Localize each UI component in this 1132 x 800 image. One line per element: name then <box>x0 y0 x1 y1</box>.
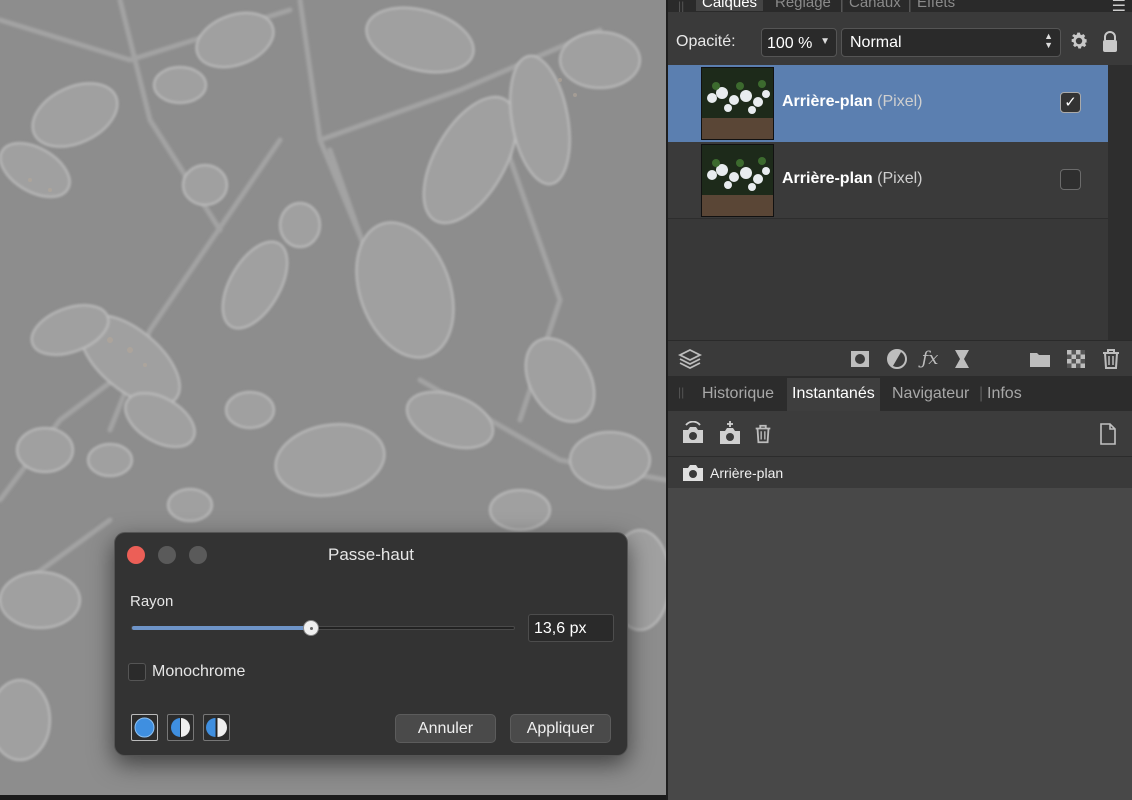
slider-handle[interactable] <box>303 620 320 636</box>
layers-stack-icon[interactable] <box>678 347 702 371</box>
layer-name: Arrière-plan (Pixel) <box>782 93 923 111</box>
tab-instantanes[interactable]: Instantanés <box>787 378 880 411</box>
full-preview-icon <box>134 717 155 738</box>
layer-row[interactable]: Arrière-plan (Pixel) ✓ <box>668 65 1108 142</box>
layers-scrollbar[interactable] <box>1108 65 1132 340</box>
camera-icon <box>683 465 703 481</box>
preview-split-button[interactable] <box>167 714 194 741</box>
tab-reglage[interactable]: Réglage <box>775 0 831 11</box>
layer-name-text: Arrière-plan <box>782 170 873 187</box>
tab-historique[interactable]: Historique <box>702 385 774 403</box>
pixel-layer-icon[interactable] <box>1064 347 1088 371</box>
layer-thumbnail <box>701 144 774 217</box>
live-filter-icon[interactable] <box>950 347 974 371</box>
restore-snapshot-icon[interactable] <box>680 421 706 447</box>
blend-mode-select[interactable]: Normal ▲ ▼ <box>841 28 1061 57</box>
layers-list: Arrière-plan (Pixel) ✓ Arrière-plan (Pix… <box>668 65 1108 340</box>
tab-infos[interactable]: Infos <box>987 385 1022 403</box>
add-snapshot-icon[interactable] <box>717 421 743 447</box>
dialog-title: Passe-haut <box>328 545 414 564</box>
tab-effets[interactable]: Effets <box>917 0 955 11</box>
monochrome-label: Monochrome <box>152 663 246 680</box>
tab-canaux[interactable]: Canaux <box>849 0 901 11</box>
mirror-preview-icon <box>206 717 227 738</box>
updown-arrows-icon: ▲ ▼ <box>1044 31 1053 50</box>
opacity-field[interactable]: 100 % ▼ <box>761 28 837 57</box>
rayon-slider[interactable] <box>131 626 515 630</box>
layer-visibility-checkbox[interactable] <box>1060 169 1081 190</box>
tab-separator: | <box>840 0 844 12</box>
rayon-input[interactable]: 13,6 px <box>528 614 614 642</box>
cancel-button[interactable]: Annuler <box>395 714 496 743</box>
preview-mirror-button[interactable] <box>203 714 230 741</box>
opacity-value: 100 % <box>767 35 813 52</box>
gear-icon[interactable] <box>1068 30 1090 52</box>
mask-icon[interactable] <box>848 347 872 371</box>
preview-full-button[interactable] <box>131 714 158 741</box>
apply-button[interactable]: Appliquer <box>510 714 611 743</box>
panel-grip-icon[interactable]: || <box>678 385 684 399</box>
layer-type-text: (Pixel) <box>877 170 923 187</box>
snapshot-label: Arrière-plan <box>710 465 784 481</box>
layer-row[interactable]: Arrière-plan (Pixel) <box>668 142 1108 219</box>
opacity-label: Opacité: <box>676 33 736 50</box>
split-preview-icon <box>171 717 190 738</box>
layer-type-text: (Pixel) <box>877 93 923 110</box>
trash-icon[interactable] <box>1099 347 1123 371</box>
layer-visibility-checkbox[interactable]: ✓ <box>1060 92 1081 113</box>
list-item[interactable]: Arrière-plan <box>668 457 1132 488</box>
chevron-down-icon: ▼ <box>820 36 830 47</box>
adjustment-icon[interactable] <box>885 347 909 371</box>
blend-mode-value: Normal <box>850 34 902 51</box>
fx-icon[interactable]: ƒx <box>918 347 942 371</box>
layer-name-text: Arrière-plan <box>782 93 873 110</box>
rayon-label: Rayon <box>130 593 174 610</box>
status-bar <box>0 795 666 800</box>
layer-thumbnail <box>701 67 774 140</box>
layer-name: Arrière-plan (Pixel) <box>782 170 923 188</box>
right-panel: || Calques Réglage | Canaux | Effets ☰ O… <box>668 0 1132 800</box>
delete-snapshot-icon[interactable] <box>752 422 774 446</box>
snapshots-toolbar <box>668 411 1132 457</box>
panel-grip-icon[interactable]: || <box>678 0 684 12</box>
slider-fill <box>132 626 313 630</box>
layers-toolbar: ƒx <box>668 340 1132 376</box>
panel-menu-icon[interactable]: ☰ <box>1112 0 1126 12</box>
layers-tabbar: || Calques Réglage | Canaux | Effets ☰ <box>668 0 1132 12</box>
folder-icon[interactable] <box>1028 347 1052 371</box>
tab-navigateur[interactable]: Navigateur <box>892 385 969 403</box>
tab-separator: | <box>908 0 912 12</box>
high-pass-dialog: Passe-haut Rayon 13,6 px Monochrome Annu… <box>114 532 628 756</box>
lock-icon[interactable] <box>1101 31 1119 53</box>
snapshots-list: Arrière-plan <box>668 457 1132 800</box>
monochrome-checkbox[interactable] <box>128 663 146 681</box>
snapshots-tabbar: || Historique Instantanés Navigateur | I… <box>668 376 1132 411</box>
tab-calques[interactable]: Calques <box>696 0 764 11</box>
tab-separator: | <box>979 385 984 402</box>
document-icon[interactable] <box>1099 423 1117 445</box>
